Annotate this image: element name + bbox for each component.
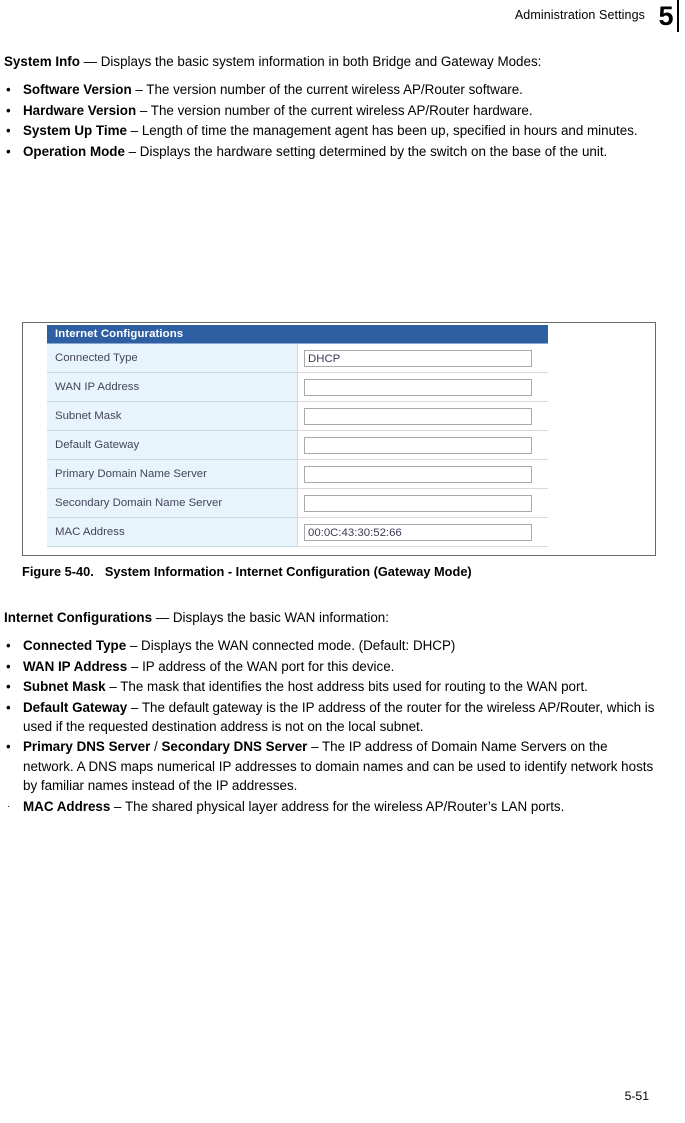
list-item: • Hardware Version – The version number o… <box>4 101 659 120</box>
list-item: • Subnet Mask – The mask that identifies … <box>4 677 659 696</box>
row-field-mac-address: 00:0C:43:30:52:66 <box>297 517 548 547</box>
system-info-term: System Info <box>4 54 80 69</box>
list-item: • Software Version – The version number o… <box>4 80 659 99</box>
row-label-secondary-domain-name-server: Secondary Domain Name Server <box>47 488 298 518</box>
table-row: Connected Type DHCP <box>47 343 548 373</box>
bullet-marker-icon: • <box>6 123 11 139</box>
bullet-description: – The shared physical layer address for … <box>110 798 565 814</box>
bullet-marker-icon: • <box>6 679 11 695</box>
lower-content-block: Internet Configurations — Displays the b… <box>4 608 659 824</box>
bullet-description: – Length of time the management agent ha… <box>126 123 638 139</box>
panel-header-label: Internet Configurations <box>47 325 548 344</box>
bullet-term: System Up Time <box>23 123 127 139</box>
bullet-marker-icon: • <box>6 739 11 755</box>
figure-screenshot-frame: Internet Configurations Connected Type D… <box>22 322 656 556</box>
list-item: • Default Gateway – The default gateway i… <box>4 698 659 737</box>
bullet-description: – The version number of the current wire… <box>136 102 533 118</box>
connected-type-input[interactable]: DHCP <box>304 349 532 367</box>
bullet-marker-icon: • <box>6 102 11 118</box>
bullet-term: Operation Mode <box>23 143 125 159</box>
list-item: • Primary DNS Server / Secondary DNS Serv… <box>4 737 659 795</box>
table-row: Default Gateway <box>47 430 548 460</box>
bullet-term: Subnet Mask <box>23 679 106 695</box>
subnet-mask-input[interactable] <box>304 407 532 425</box>
row-field-primary-domain-name-server <box>297 459 548 489</box>
page-header: Administration Settings 5 <box>0 0 685 40</box>
figure-caption-number: Figure 5-40. <box>22 564 94 579</box>
bullet-term: Hardware Version <box>23 102 137 118</box>
bullet-marker-icon: • <box>6 658 11 674</box>
bullet-term: Primary DNS Server <box>23 739 151 755</box>
table-row: Subnet Mask <box>47 401 548 431</box>
table-row: MAC Address 00:0C:43:30:52:66 <box>47 517 548 547</box>
list-item: · MAC Address – The shared physical layer… <box>4 797 659 816</box>
list-item: • System Up Time – Length of time the man… <box>4 121 659 140</box>
list-item: • WAN IP Address – IP address of the WAN … <box>4 657 659 676</box>
row-field-wan-ip-address <box>297 372 548 402</box>
figure-caption-text: System Information - Internet Configurat… <box>104 564 472 579</box>
table-row: WAN IP Address <box>47 372 548 402</box>
internet-configurations-description: — Displays the basic WAN information: <box>152 610 389 625</box>
system-info-bullet-list: • Software Version – The version number o… <box>4 80 659 161</box>
bullet-description: – The version number of the current wire… <box>131 82 523 98</box>
wan-ip-address-input[interactable] <box>304 378 532 396</box>
page-footer: 5-51 <box>0 1089 685 1107</box>
row-label-connected-type: Connected Type <box>47 343 298 373</box>
row-field-default-gateway <box>297 430 548 460</box>
list-item: • Operation Mode – Displays the hardware … <box>4 142 659 161</box>
bullet-description: – IP address of the WAN port for this de… <box>127 658 395 674</box>
internet-configurations-bullet-list: • Connected Type – Displays the WAN conne… <box>4 636 659 816</box>
bullet-description: – The mask that identifies the host addr… <box>105 679 588 695</box>
secondary-domain-name-server-input[interactable] <box>304 494 532 512</box>
bullet-marker-icon: • <box>6 82 11 98</box>
table-row: Primary Domain Name Server <box>47 459 548 489</box>
row-field-subnet-mask <box>297 401 548 431</box>
bullet-term: Default Gateway <box>23 699 128 715</box>
row-label-mac-address: MAC Address <box>47 517 298 547</box>
row-label-wan-ip-address: WAN IP Address <box>47 372 298 402</box>
primary-domain-name-server-input[interactable] <box>304 465 532 483</box>
bullet-term-separator: / <box>150 739 162 755</box>
bullet-marker-icon: · <box>7 800 11 812</box>
list-item: • Connected Type – Displays the WAN conne… <box>4 636 659 655</box>
bullet-description: – Displays the WAN connected mode. (Defa… <box>126 638 456 654</box>
internet-configurations-paragraph: Internet Configurations — Displays the b… <box>4 608 659 627</box>
bullet-marker-icon: • <box>6 638 11 654</box>
bullet-term: Software Version <box>23 82 132 98</box>
internet-configurations-term: Internet Configurations <box>4 610 153 625</box>
row-label-default-gateway: Default Gateway <box>47 430 298 460</box>
page-number: 5-51 <box>624 1089 649 1103</box>
bullet-term-secondary: Secondary DNS Server <box>161 739 308 755</box>
running-header-title: Administration Settings <box>514 8 645 22</box>
table-row: Secondary Domain Name Server <box>47 488 548 518</box>
system-info-paragraph: System Info — Displays the basic system … <box>4 52 659 71</box>
system-info-description: — Displays the basic system information … <box>79 54 542 69</box>
default-gateway-input[interactable] <box>304 436 532 454</box>
bullet-marker-icon: • <box>6 699 11 715</box>
internet-configurations-panel: Internet Configurations Connected Type D… <box>47 325 548 547</box>
figure-caption: Figure 5-40. System Information - Interne… <box>22 564 662 579</box>
bullet-term: Connected Type <box>23 638 127 654</box>
bullet-description: – Displays the hardware setting determin… <box>124 143 608 159</box>
bullet-marker-icon: • <box>6 143 11 159</box>
row-field-secondary-domain-name-server <box>297 488 548 518</box>
mac-address-input[interactable]: 00:0C:43:30:52:66 <box>304 523 532 541</box>
row-field-connected-type: DHCP <box>297 343 548 373</box>
chapter-number-tab: 5 <box>655 0 679 32</box>
upper-content-block: System Info — Displays the basic system … <box>4 52 659 169</box>
panel-header-row: Internet Configurations <box>47 325 548 344</box>
row-label-primary-domain-name-server: Primary Domain Name Server <box>47 459 298 489</box>
bullet-term: MAC Address <box>23 798 111 814</box>
row-label-subnet-mask: Subnet Mask <box>47 401 298 431</box>
bullet-term: WAN IP Address <box>23 658 128 674</box>
